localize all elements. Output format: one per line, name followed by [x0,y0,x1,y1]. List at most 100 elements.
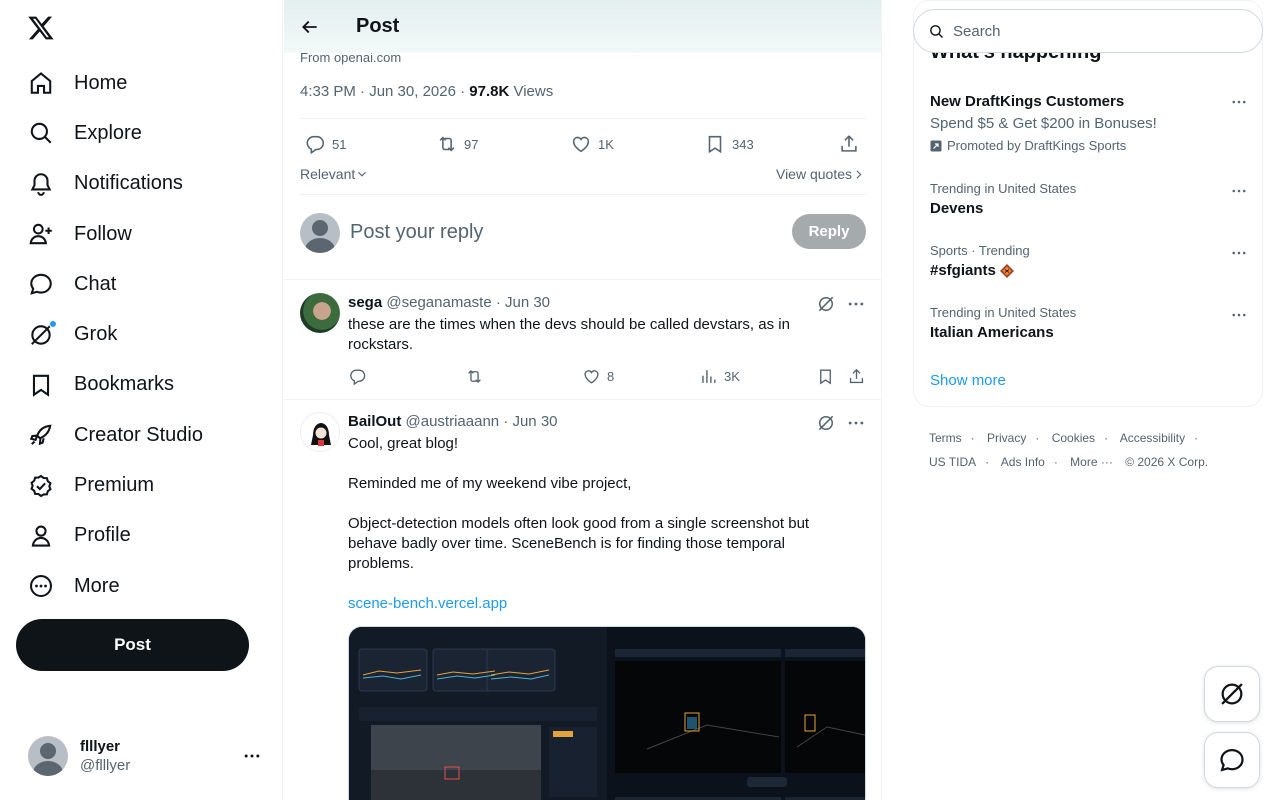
footer-separator: · [1053,455,1058,469]
nav-bookmarks[interactable]: Bookmarks [16,360,266,410]
promoted-icon [930,140,942,151]
nav-creator-studio[interactable]: Creator Studio [16,410,266,460]
promoted-by: Promoted by DraftKings Sports [947,138,1127,153]
media-grid[interactable] [348,626,866,800]
chat-fab[interactable] [1204,732,1260,788]
search-icon [28,120,54,146]
reply-author[interactable]: BailOut [348,413,401,430]
x-logo-icon[interactable] [27,14,55,42]
reply-input[interactable]: Post your reply [350,221,483,244]
more-dots-icon[interactable] [1230,93,1248,111]
reply-author[interactable]: sega [348,294,382,311]
repost-icon [439,136,455,152]
account-switcher[interactable]: flllyer @flllyer [16,729,274,783]
grok-fab[interactable] [1204,666,1260,722]
bookmark-icon [28,372,54,398]
nav-chat[interactable]: Chat [16,259,266,309]
meta-separator: · [460,83,470,100]
reply-item[interactable]: sega @seganamaste · Jun 30 these are the… [284,280,881,399]
grok-icon [1221,683,1243,705]
nav-label: Follow [74,222,132,245]
nav-home[interactable]: Home [16,58,266,108]
avatar[interactable] [300,293,340,333]
more-dots-icon[interactable] [1230,182,1248,200]
bookmark-action[interactable]: 343 [704,130,754,158]
footer-link[interactable]: Terms [929,431,962,445]
trend-name: Devens [930,200,984,217]
more-dots-icon[interactable] [1230,306,1248,324]
bookmark-action[interactable] [816,367,835,386]
nav-follow[interactable]: Follow [16,209,266,259]
share-action[interactable] [838,130,860,158]
reply-link[interactable]: scene-bench.vercel.app [348,594,818,614]
trend-context: Sports · Trending [930,243,1030,258]
nav-profile[interactable]: Profile [16,511,266,561]
media-image[interactable] [607,627,865,800]
footer-link[interactable]: Cookies [1052,431,1095,445]
dashboard-screenshot [349,627,607,800]
footer-separator: · [1104,431,1109,445]
show-more-link[interactable]: Show more [930,372,1006,389]
sort-dropdown[interactable]: Relevant [300,166,369,182]
reply-icon [350,369,366,386]
verified-icon [28,473,54,499]
reply-button[interactable]: Reply [792,214,866,249]
heart-icon [584,370,599,384]
repost-action[interactable] [465,367,484,386]
search-input[interactable] [953,22,1243,40]
views-action[interactable]: 3K [699,367,740,386]
search-box[interactable] [913,9,1263,53]
post-button[interactable]: Post [16,619,249,671]
left-sidebar: Home Explore Notifications Follow Chat G… [0,0,283,800]
nav-label: Profile [74,524,131,547]
footer-link[interactable]: Ads Info [1001,455,1045,469]
reply-action[interactable] [348,367,367,386]
more-dots-icon[interactable] [1230,244,1248,262]
footer-link[interactable]: US TIDA [929,455,976,469]
media-image[interactable] [349,627,607,800]
nav-label: Chat [74,272,117,295]
page-header: Post [284,0,881,53]
post-actions: 51 97 1K 343 [300,130,866,158]
promoted-trend[interactable]: New DraftKings Customers Spend $5 & Get … [914,85,1262,157]
post-timestamp[interactable]: 4:33 PM · Jun 30, 2026 [300,83,456,100]
more-dots-icon [242,746,262,766]
nav-premium[interactable]: Premium [16,460,266,510]
footer-link[interactable]: More ··· [1070,455,1113,469]
nav-explore[interactable]: Explore [16,108,266,158]
trend-item[interactable]: Trending in United States Italian Americ… [914,297,1262,353]
nav-more[interactable]: More [16,561,266,611]
divider [300,194,866,195]
avatar[interactable] [300,412,340,452]
footer-links: Terms · Privacy · Cookies · Accessibility · … [929,426,1249,474]
trend-item[interactable]: Trending in United States Devens [914,173,1262,229]
nav-grok[interactable]: Grok [16,309,266,359]
trend-item[interactable]: Sports · Trending #sfgiants [914,235,1262,291]
grok-icon[interactable] [816,294,836,314]
footer-separator: · [1194,431,1199,445]
repost-icon [468,370,481,383]
like-action[interactable]: 1K [570,130,614,158]
views-label: Views [513,83,554,100]
back-arrow-icon[interactable] [300,17,320,37]
trend-context: Trending in United States [930,181,1077,196]
footer-separator: · [985,455,990,469]
repost-action[interactable]: 97 [436,130,478,158]
more-circle-icon [28,573,54,599]
analytics-icon [702,370,716,383]
nav-label: Explore [74,121,142,144]
more-dots-icon[interactable] [846,294,866,314]
view-quotes-link[interactable]: View quotes [776,166,865,182]
grok-icon[interactable] [816,413,836,433]
nav-notifications[interactable]: Notifications [16,159,266,209]
footer-link[interactable]: Accessibility [1120,431,1185,445]
reply-handle[interactable]: @austriaaann · Jun 30 [406,413,558,430]
reply-handle[interactable]: @seganamaste · Jun 30 [386,294,550,311]
share-action[interactable] [847,367,866,386]
footer-link[interactable]: Privacy [987,431,1026,445]
reply-icon [306,135,325,155]
trend-context: Trending in United States [930,305,1077,320]
like-action[interactable]: 8 [582,367,614,386]
more-dots-icon[interactable] [846,413,866,433]
reply-action[interactable]: 51 [304,130,346,158]
